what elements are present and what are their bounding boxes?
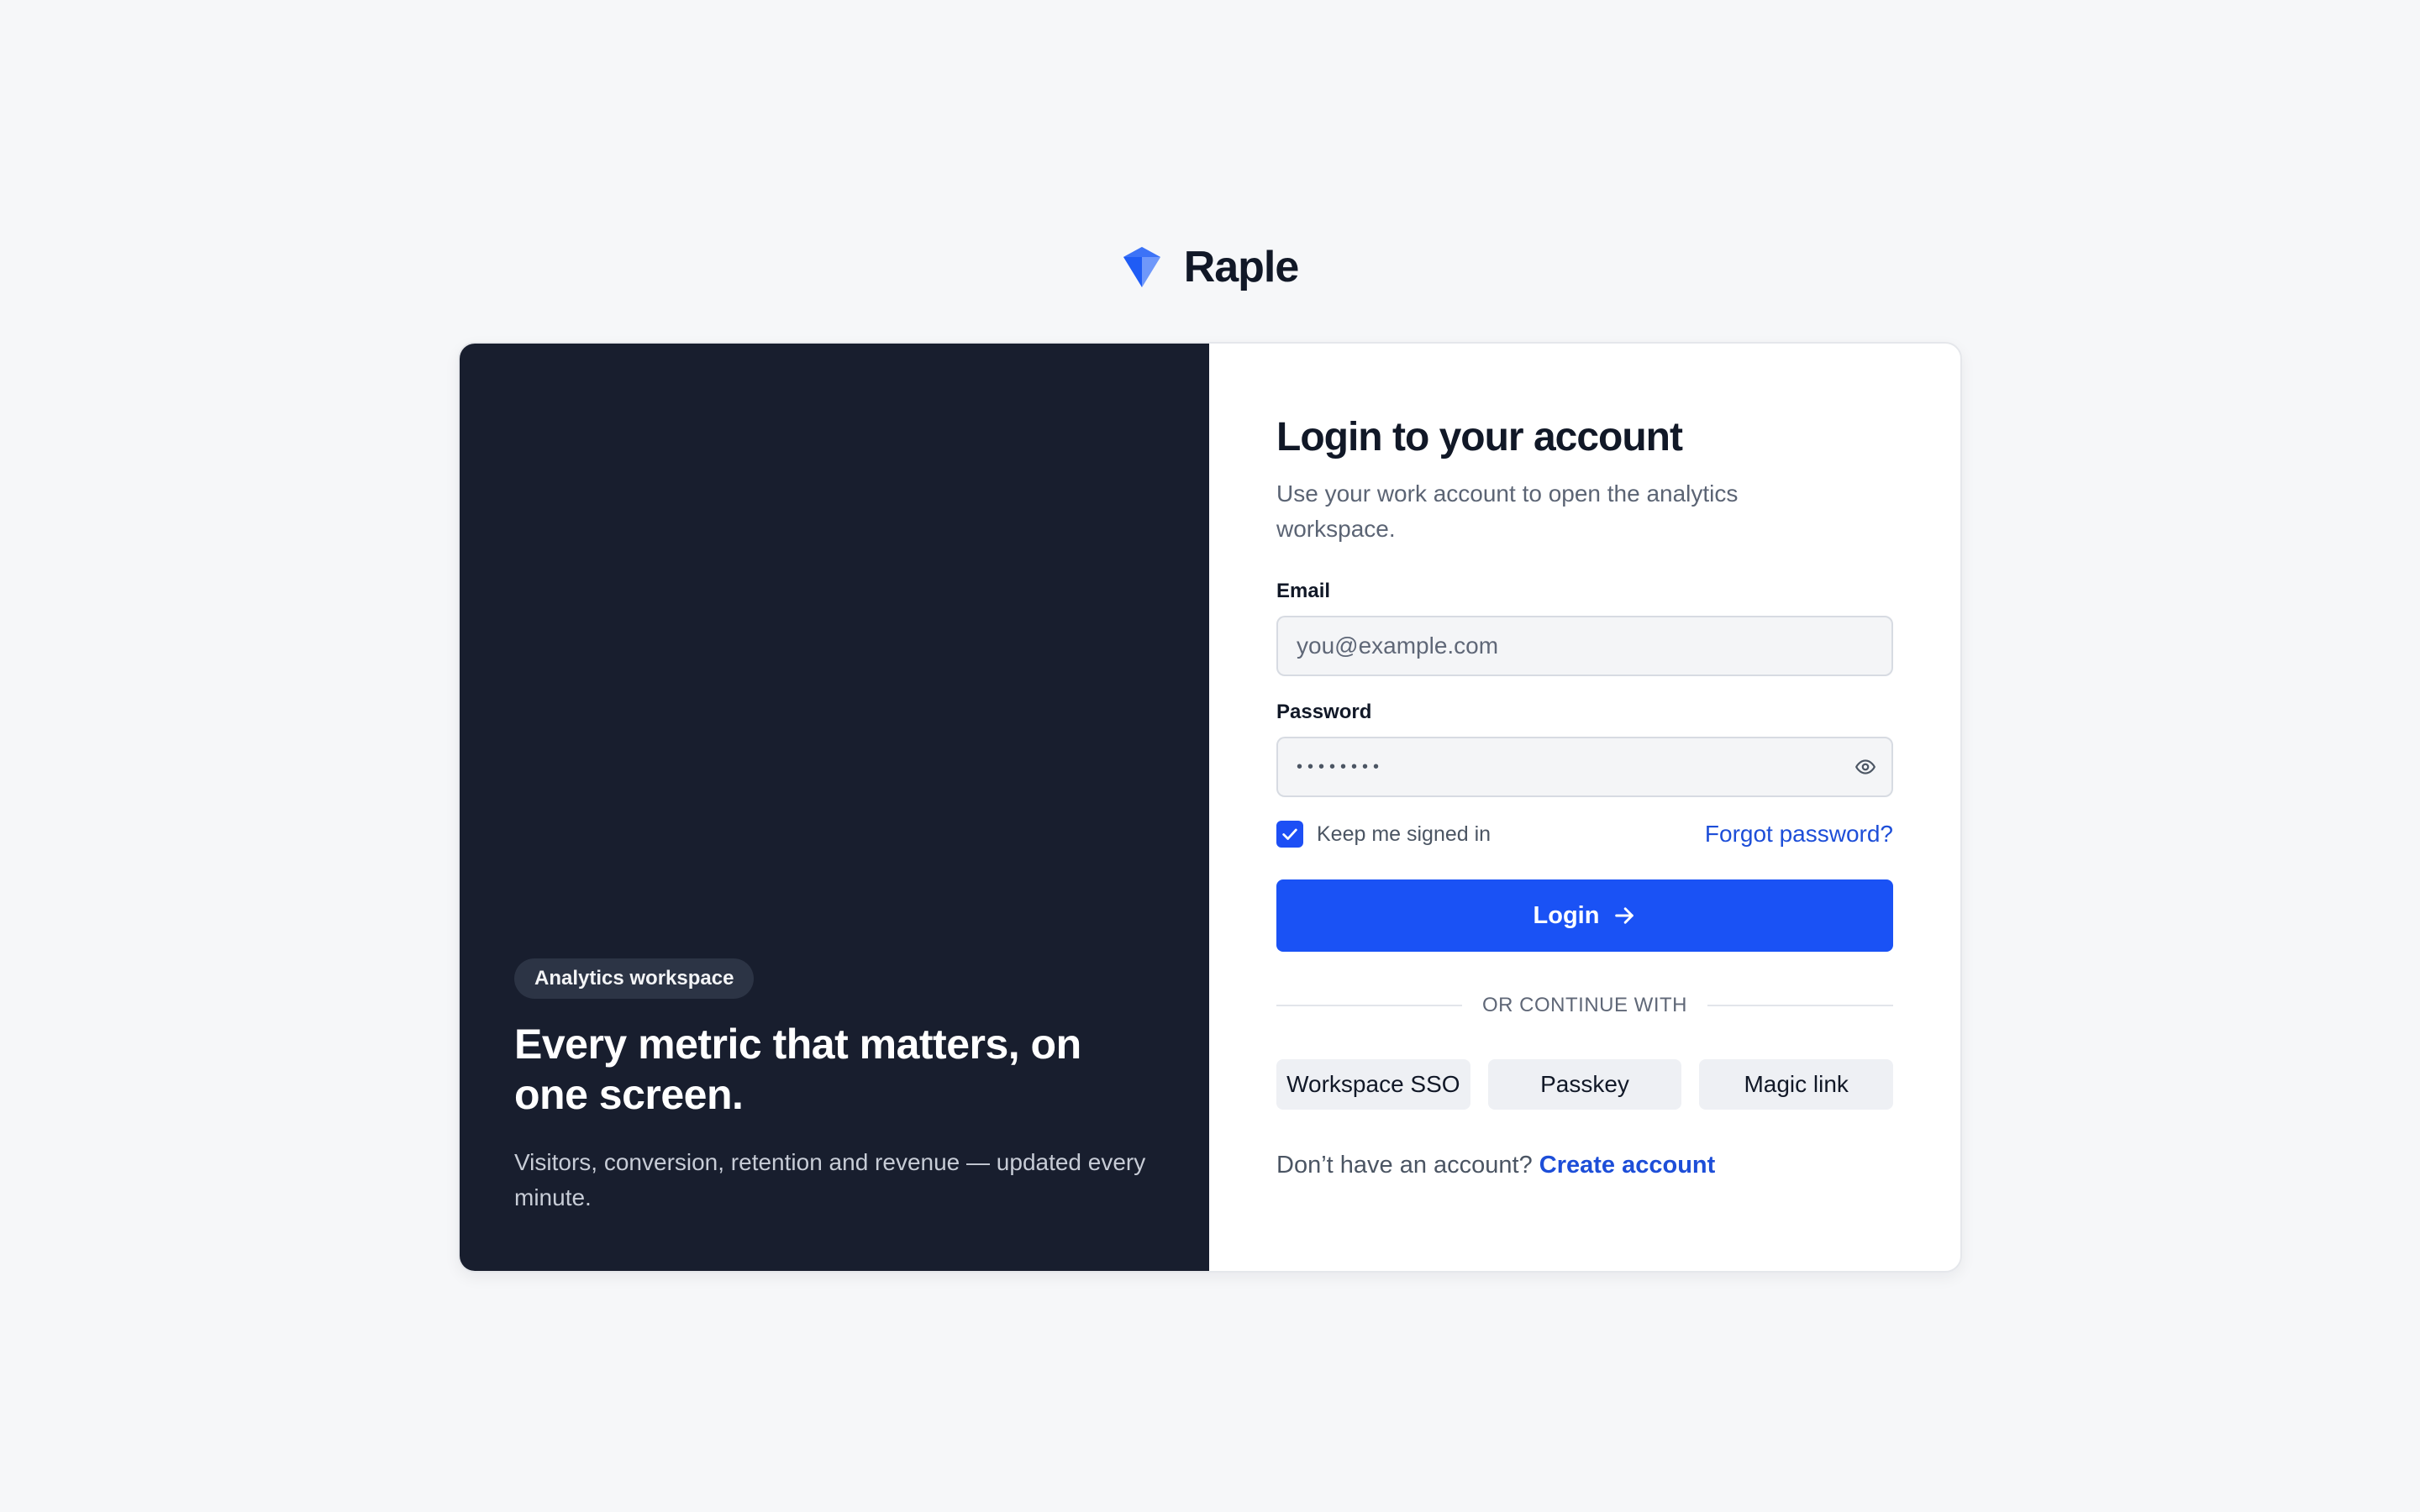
login-card: Analytics workspace Every metric that ma… [458, 342, 1962, 1273]
keep-signed-in-label: Keep me signed in [1317, 822, 1491, 846]
hero-content: Analytics workspace Every metric that ma… [514, 958, 1153, 1215]
checkbox-checked-icon[interactable] [1276, 821, 1303, 848]
hero-subtitle: Visitors, conversion, retention and reve… [514, 1149, 1146, 1210]
password-field-wrapper [1276, 737, 1893, 797]
divider-line-left [1276, 1005, 1463, 1006]
signup-prompt: Don’t have an account? [1276, 1152, 1533, 1179]
password-label: Password [1276, 701, 1372, 723]
login-button[interactable]: Login [1276, 879, 1893, 952]
form-subtitle: Use your work account to open the analyt… [1276, 480, 1739, 542]
email-input[interactable] [1276, 616, 1893, 676]
form-title: Login to your account [1276, 415, 1683, 459]
arrow-right-icon [1615, 907, 1634, 924]
options-row: Keep me signed in Forgot password? [1276, 817, 1893, 851]
brand-name: Raple [1183, 243, 1300, 291]
forgot-password-link[interactable]: Forgot password? [1705, 821, 1893, 848]
eye-icon[interactable] [1853, 754, 1878, 780]
hero-title: Every metric that matters, on one screen… [514, 1021, 1081, 1118]
password-input[interactable] [1276, 737, 1893, 797]
hero-panel: Analytics workspace Every metric that ma… [460, 344, 1209, 1271]
alternative-login-options: Workspace SSO Passkey Magic link [1276, 1059, 1894, 1110]
login-button-label: Login [1533, 901, 1600, 929]
divider-line-right [1707, 1005, 1894, 1006]
magic-link-button[interactable]: Magic link [1699, 1059, 1894, 1110]
signup-row: Don’t have an account? Create account [1276, 1152, 1893, 1179]
login-form-panel: Login to your account Use your work acco… [1209, 344, 1960, 1271]
create-account-link[interactable]: Create account [1539, 1152, 1716, 1179]
diamond-gem-icon [1123, 247, 1160, 287]
brand-header: Raple [0, 242, 2420, 292]
email-field-wrapper [1276, 616, 1893, 676]
divider-text: OR CONTINUE WITH [1482, 994, 1687, 1016]
passkey-button[interactable]: Passkey [1487, 1059, 1682, 1110]
hero-badge: Analytics workspace [514, 958, 755, 999]
workspace-sso-button[interactable]: Workspace SSO [1276, 1059, 1470, 1110]
divider: OR CONTINUE WITH [1276, 994, 1894, 1017]
email-label: Email [1276, 580, 1331, 602]
keep-signed-in-checkbox[interactable]: Keep me signed in [1276, 821, 1491, 848]
